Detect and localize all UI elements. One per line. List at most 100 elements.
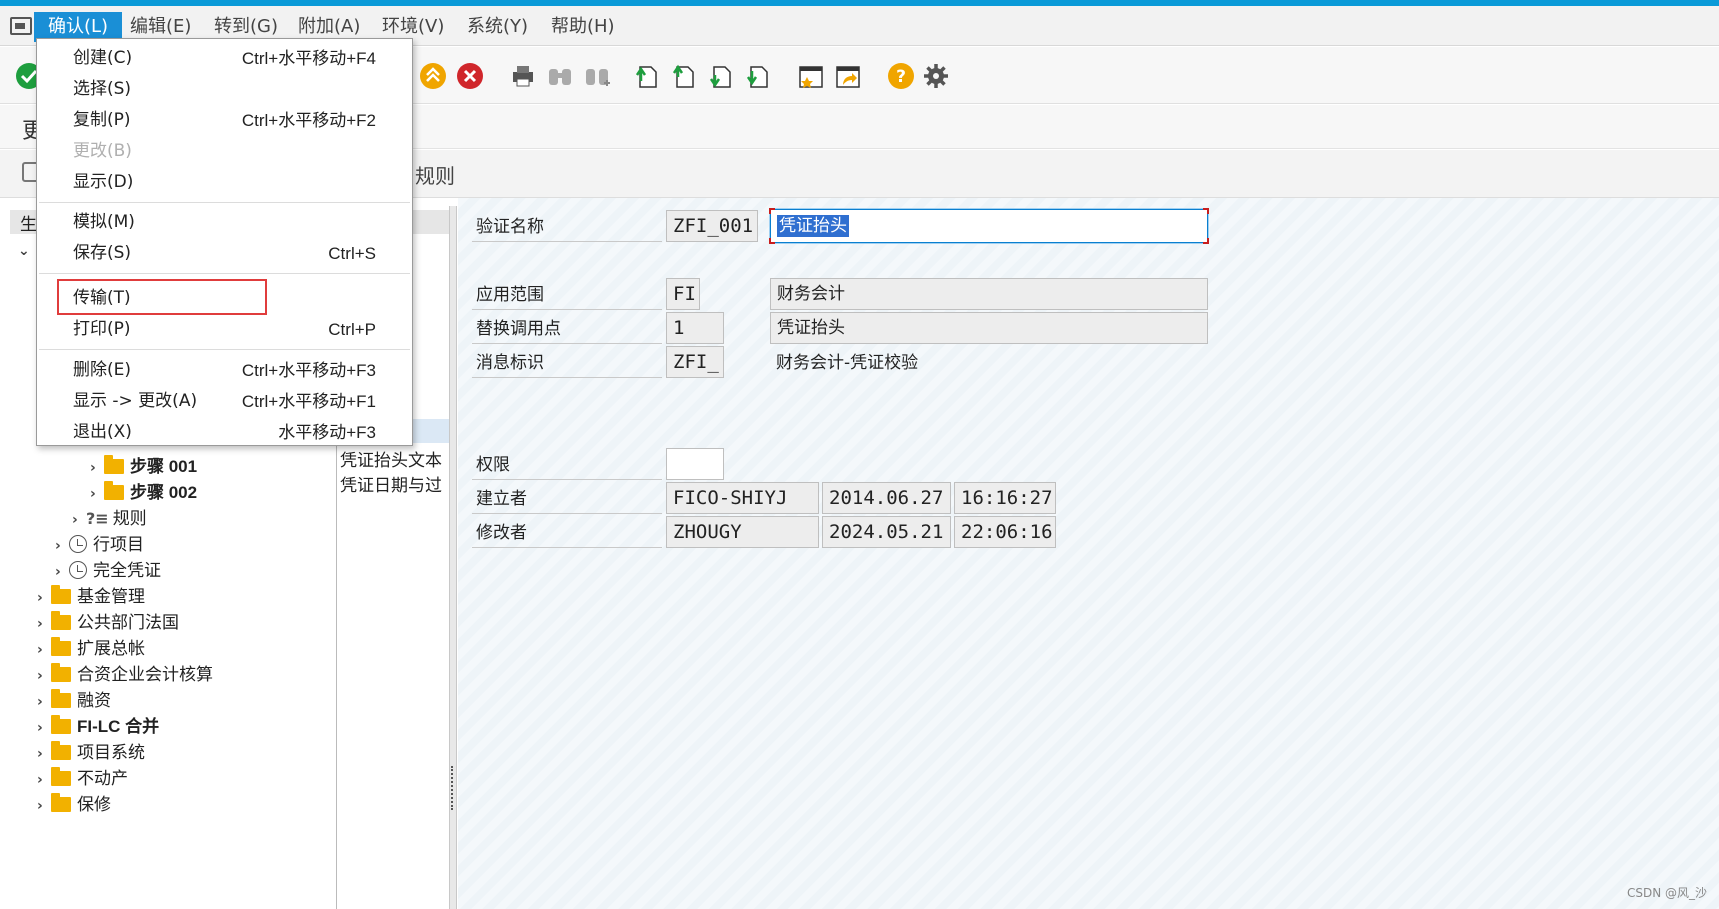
folder-icon — [51, 793, 71, 812]
svg-text:?: ? — [896, 67, 906, 87]
splitter-grip[interactable] — [451, 766, 455, 810]
created-on-date: 2014.06.27 — [822, 482, 951, 514]
tree-item-label: 扩展总帐 — [77, 639, 145, 659]
changed-by-label: 修改者 — [472, 518, 662, 548]
created-at-time: 16:16:27 — [954, 482, 1056, 514]
pane-splitter[interactable] — [449, 206, 457, 909]
authorization-label: 权限 — [472, 450, 662, 480]
tree-item-label: 项目系统 — [77, 743, 145, 763]
menu-item-display[interactable]: 显示(D) — [37, 167, 412, 198]
tree-item-step-002[interactable]: › 步骤 002 — [90, 481, 197, 505]
menu-item-change: 更改(B) — [73, 141, 132, 161]
tree-item-label: FI-LC 合并 — [77, 717, 160, 736]
clock-icon — [69, 561, 87, 579]
changed-by-user: ZHOUGY — [666, 516, 819, 548]
settings-icon[interactable] — [921, 61, 951, 91]
find-icon[interactable] — [545, 61, 575, 91]
folder-icon — [104, 481, 124, 500]
description-row[interactable]: 凭证抬头文本 — [340, 446, 448, 471]
page-last-icon[interactable] — [743, 61, 773, 91]
tree-item-public-sector-france[interactable]: › 公共部门法国 — [37, 611, 179, 635]
tree-item-rules[interactable]: › ?≡ 规则 — [72, 507, 147, 531]
folder-icon — [51, 663, 71, 682]
clock-icon — [69, 535, 87, 553]
tree-item-label: 保修 — [77, 795, 111, 815]
changed-on-date: 2024.05.21 — [822, 516, 951, 548]
message-id-desc: 财务会计-凭证校验 — [776, 353, 919, 373]
field-focus-marker — [769, 208, 775, 214]
page-prev-icon[interactable] — [669, 61, 699, 91]
tree-item-step-001[interactable]: › 步骤 001 — [90, 455, 197, 479]
tree-item-warranty[interactable]: › 保修 — [37, 793, 111, 817]
app-area-code: FI — [666, 278, 700, 310]
validation-description-input[interactable]: 凭证抬头 — [769, 208, 1209, 244]
first-page-icon[interactable] — [418, 61, 448, 91]
bookmark-icon[interactable] — [796, 61, 826, 91]
tree-item-real-estate[interactable]: › 不动产 — [37, 767, 128, 791]
authorization-field[interactable] — [666, 448, 724, 480]
menu-item-delete[interactable]: 删除(E) Ctrl+水平移动+F3 — [37, 355, 412, 386]
tree-item-label: 规则 — [112, 509, 147, 529]
validation-name-label: 验证名称 — [472, 212, 662, 242]
menu-item-simulate[interactable]: 模拟(M) — [37, 207, 412, 238]
print-icon[interactable] — [508, 61, 538, 91]
tree-item-label: 步骤 002 — [130, 483, 198, 502]
description-row[interactable]: 凭证日期与过 — [340, 471, 448, 496]
transport-highlight-box — [57, 279, 267, 315]
tree-item-funds-management[interactable]: › 基金管理 — [37, 585, 145, 609]
help-icon[interactable]: ? — [886, 61, 916, 91]
menu-system[interactable]: 系统(Y) — [453, 12, 542, 42]
message-id-code: ZFI_ — [666, 346, 724, 378]
system-menu-icon[interactable] — [10, 17, 32, 35]
menu-item-save[interactable]: 保存(S) Ctrl+S — [37, 238, 412, 269]
menu-separator — [39, 202, 410, 203]
folder-icon — [51, 767, 71, 786]
field-focus-marker — [769, 238, 775, 244]
created-by-user: FICO-SHIYJ — [666, 482, 819, 514]
folder-icon — [51, 689, 71, 708]
tree-item-extended-ledger[interactable]: › 扩展总帐 — [37, 637, 145, 661]
rule-icon: ?≡ — [86, 509, 109, 528]
folder-icon — [51, 637, 71, 656]
menu-item-select[interactable]: 选择(S) — [37, 74, 412, 105]
menu-separator — [39, 349, 410, 350]
page-first-icon[interactable] — [632, 61, 662, 91]
rule-button[interactable]: 规则 — [415, 160, 455, 189]
app-area-desc: 财务会计 — [770, 278, 1208, 310]
menu-item-copy[interactable]: 复制(P) Ctrl+水平移动+F2 — [37, 105, 412, 136]
folder-icon — [104, 455, 124, 474]
tree-item-label: 行项目 — [93, 535, 144, 555]
tree-item-financing[interactable]: › 融资 — [37, 689, 111, 713]
tree-item-line-items[interactable]: › 行项目 — [55, 533, 144, 557]
menu-separator — [39, 273, 410, 274]
tree-item-label: 融资 — [77, 691, 111, 711]
validation-name-code: ZFI_001 — [666, 210, 758, 242]
tree-item-joint-venture[interactable]: › 合资企业会计核算 — [37, 663, 213, 687]
folder-icon — [51, 585, 71, 604]
tree-item-label: 完全凭证 — [93, 561, 161, 581]
tree-item-label: 合资企业会计核算 — [77, 665, 213, 685]
message-id-label: 消息标识 — [472, 348, 662, 378]
field-focus-marker — [1203, 238, 1209, 244]
menu-item-exit[interactable]: 退出(X) 水平移动+F3 — [37, 417, 412, 448]
tree-root-expander[interactable]: ⌄ — [18, 238, 32, 262]
tree-item-project-system[interactable]: › 项目系统 — [37, 741, 145, 765]
tree-item-label: 步骤 001 — [130, 457, 198, 476]
find-next-icon[interactable] — [582, 61, 612, 91]
tree-item-label: 基金管理 — [77, 587, 145, 607]
tree-item-label: 不动产 — [77, 769, 128, 789]
menu-item-print[interactable]: 打印(P) Ctrl+P — [37, 314, 412, 345]
tree-header-label: 生 — [20, 215, 37, 235]
app-area-label: 应用范围 — [472, 280, 662, 310]
shortcut-icon[interactable] — [833, 61, 863, 91]
menu-item-create[interactable]: 创建(C) Ctrl+水平移动+F4 — [37, 43, 412, 74]
menu-item-display-change[interactable]: 显示 -> 更改(A) Ctrl+水平移动+F1 — [37, 386, 412, 417]
folder-icon — [51, 611, 71, 630]
cancel-icon[interactable] — [455, 61, 485, 91]
menu-help[interactable]: 帮助(H) — [537, 12, 629, 42]
tree-item-fi-lc-consolidation[interactable]: › FI-LC 合并 — [37, 715, 159, 739]
field-focus-marker — [1203, 208, 1209, 214]
callup-point-label: 替换调用点 — [472, 314, 662, 344]
tree-item-complete-document[interactable]: › 完全凭证 — [55, 559, 161, 583]
page-next-icon[interactable] — [706, 61, 736, 91]
